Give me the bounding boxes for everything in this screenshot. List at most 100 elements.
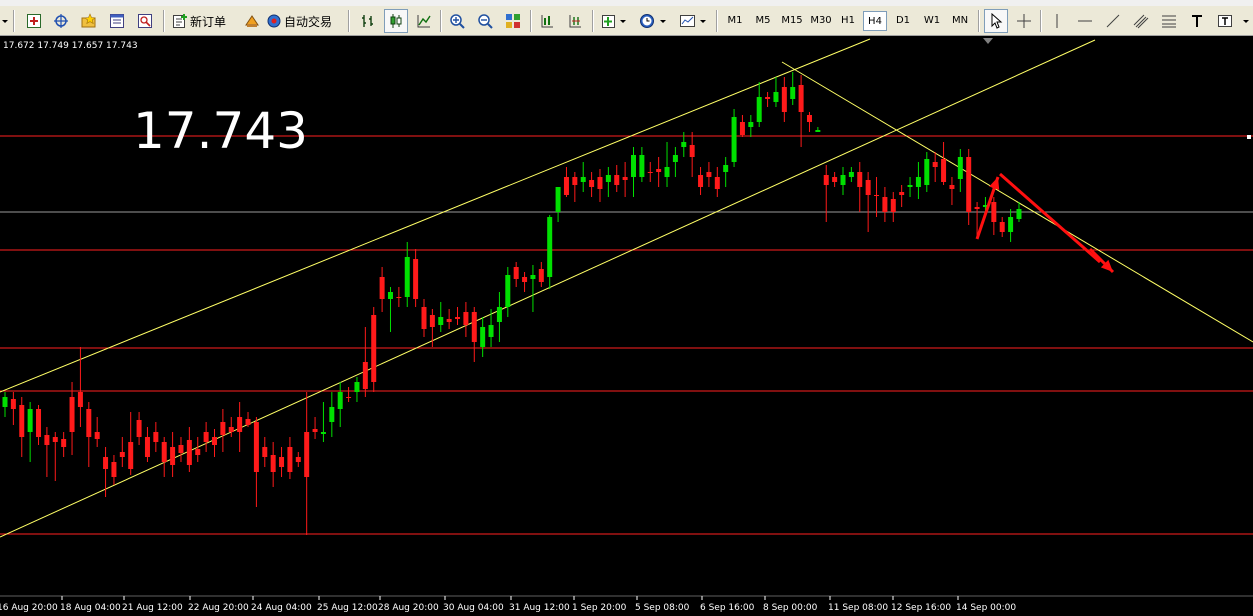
toolbar: 新订单 自动交易 M1 M5 M15 M30 H1 H4 D1 W1 MN: [0, 6, 1253, 36]
timeframe-m30[interactable]: M30: [807, 11, 835, 31]
bear-candle: [739, 122, 745, 135]
periods-button[interactable]: [636, 9, 670, 33]
bull-candle: [907, 185, 913, 187]
bull-candle: [681, 142, 687, 147]
time-tick-label: 12 Sep 16:00: [891, 603, 951, 613]
trendline-icon[interactable]: [1102, 9, 1124, 33]
bear-candle: [949, 185, 955, 189]
bear-candle: [832, 177, 838, 182]
new-order-button[interactable]: 新订单: [172, 9, 236, 33]
bear-candle: [471, 312, 477, 342]
profiles-icon[interactable]: [50, 9, 72, 33]
bull-candle: [815, 130, 821, 132]
timeframe-m15[interactable]: M15: [778, 11, 806, 31]
text-label-icon[interactable]: [1214, 9, 1236, 33]
price-overlay-text: 17.743: [133, 102, 308, 160]
chart-shift-icon[interactable]: [564, 9, 586, 33]
timeframe-w1[interactable]: W1: [919, 11, 945, 31]
bear-candle: [589, 180, 595, 187]
auto-scroll-icon[interactable]: [536, 9, 558, 33]
templates-button[interactable]: [676, 9, 710, 33]
timeframe-mn[interactable]: MN: [947, 11, 973, 31]
timeframe-m5[interactable]: M5: [750, 11, 776, 31]
bear-candle: [36, 409, 42, 437]
bear-candle: [455, 317, 461, 319]
bear-candle: [865, 180, 871, 195]
equidistant-channel-icon[interactable]: [1130, 9, 1152, 33]
bear-candle: [44, 435, 50, 445]
bear-candle: [203, 432, 209, 442]
bull-candle: [555, 187, 561, 212]
price-chart[interactable]: 17.672 17.749 17.657 17.743 17.743 16 Au…: [0, 37, 1253, 616]
auto-trading-button[interactable]: 自动交易: [266, 9, 342, 33]
bear-candle: [966, 157, 972, 212]
bull-candle: [924, 159, 930, 185]
horizontal-line-icon[interactable]: [1074, 9, 1096, 33]
bear-candle: [798, 85, 804, 112]
text-tool-icon[interactable]: [1186, 9, 1208, 33]
navigator-icon[interactable]: [134, 9, 156, 33]
toolbar-separator: [978, 10, 980, 32]
time-tick-label: 16 Aug 20:00: [0, 603, 58, 613]
favorites-icon[interactable]: [78, 9, 100, 33]
line-chart-icon[interactable]: [413, 9, 435, 33]
timeframe-d1[interactable]: D1: [891, 11, 915, 31]
bull-candle: [547, 217, 553, 277]
bear-candle: [170, 447, 176, 465]
bear-candle: [899, 192, 905, 195]
bear-candle: [463, 312, 469, 325]
bear-candle: [597, 177, 603, 189]
bear-candle: [69, 397, 75, 432]
bear-candle: [94, 432, 100, 439]
new-order-label: 新订单: [190, 14, 227, 29]
bull-candle: [773, 92, 779, 102]
bull-candle: [1016, 209, 1022, 219]
bear-candle: [103, 457, 109, 469]
toolbar-overflow-icon[interactable]: [1240, 9, 1252, 33]
indicators-button[interactable]: [598, 9, 630, 33]
bear-candle: [86, 409, 92, 437]
experts-icon[interactable]: [241, 9, 263, 33]
bear-candle: [522, 277, 528, 282]
time-tick-label: 18 Aug 04:00: [60, 603, 121, 613]
bear-candle: [806, 115, 812, 122]
bear-candle: [212, 437, 217, 445]
bear-candle: [572, 177, 578, 185]
zoom-in-icon[interactable]: [446, 9, 468, 33]
bear-candle: [119, 452, 125, 457]
toolbar-separator: [13, 10, 15, 32]
bear-candle: [195, 449, 201, 455]
market-watch-icon[interactable]: [106, 9, 128, 33]
bull-candle: [27, 409, 33, 432]
bear-candle: [136, 420, 142, 437]
tile-windows-icon[interactable]: [502, 9, 524, 33]
bull-candle: [748, 122, 754, 127]
bear-candle: [421, 307, 427, 329]
bear-candle: [538, 269, 544, 282]
new-chart-icon[interactable]: [23, 9, 45, 33]
fibonacci-icon[interactable]: [1158, 9, 1180, 33]
cursor-icon[interactable]: [984, 9, 1008, 33]
crosshair-icon[interactable]: [1013, 9, 1035, 33]
ohlc-readout: 17.672 17.749 17.657 17.743: [3, 41, 138, 51]
bear-candle: [622, 177, 628, 180]
timeframe-m1[interactable]: M1: [722, 11, 748, 31]
zoom-out-icon[interactable]: [474, 9, 496, 33]
bull-candle: [605, 175, 611, 182]
toolbar-dropdown-icon[interactable]: [0, 9, 10, 33]
bear-candle: [346, 397, 352, 398]
bull-candle: [320, 432, 326, 434]
bar-chart-icon[interactable]: [357, 9, 379, 33]
vertical-line-icon[interactable]: [1046, 9, 1068, 33]
clock-icon: [640, 14, 666, 28]
indicators-icon: [602, 15, 626, 28]
bear-candle: [220, 422, 226, 435]
bear-candle: [765, 97, 771, 99]
timeframe-h1[interactable]: H1: [836, 11, 860, 31]
bear-candle: [111, 462, 117, 477]
timeframe-h4[interactable]: H4: [863, 11, 887, 31]
candlestick-chart-icon[interactable]: [384, 9, 408, 33]
bear-candle: [287, 447, 293, 472]
bear-candle: [647, 172, 653, 173]
bear-candle: [10, 399, 16, 409]
